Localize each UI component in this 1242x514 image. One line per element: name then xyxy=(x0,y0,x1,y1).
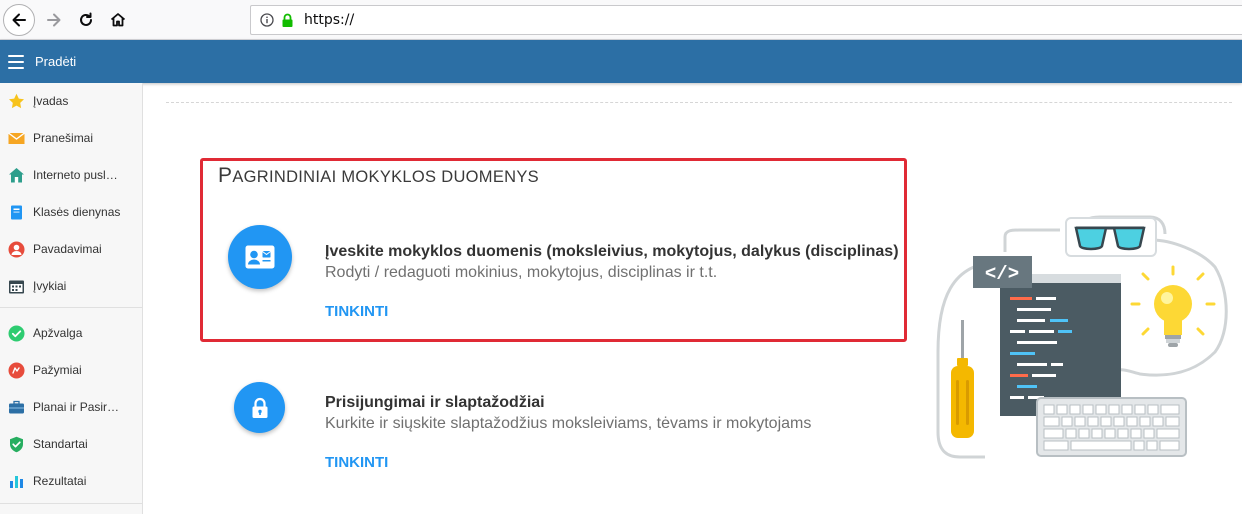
sidebar-item-pranesimai[interactable]: Pranešimai xyxy=(0,120,142,156)
sidebar-item-label: Klasės dienynas xyxy=(33,205,121,219)
url-text: https:// xyxy=(304,12,355,28)
person-icon xyxy=(8,241,25,258)
reload-button[interactable] xyxy=(70,4,102,36)
sidebar-item-label: Pranešimai xyxy=(33,131,94,145)
sidebar-item-pavadavimai[interactable]: Pavadavimai xyxy=(0,231,142,267)
app-title: Pradėti xyxy=(35,54,77,69)
sidebar-item-label: Apžvalga xyxy=(33,326,83,340)
sidebar-item-label: Pažymiai xyxy=(33,363,82,377)
briefcase-icon xyxy=(9,400,24,414)
home-icon xyxy=(110,13,126,27)
sidebar-item-klases-dienynas[interactable]: Klasės dienynas xyxy=(0,194,142,230)
card-heading: Prisijungimai ir slaptažodžiai xyxy=(325,394,545,411)
home-button[interactable] xyxy=(102,4,134,36)
check-circle-icon xyxy=(8,325,25,342)
shield-check-icon xyxy=(10,436,23,453)
hamburger-menu-icon[interactable] xyxy=(8,54,24,69)
developer-illustration: </> xyxy=(936,215,1228,459)
sidebar-item-label: Įvykiai xyxy=(33,279,67,293)
house-icon xyxy=(9,168,24,183)
sidebar-item-label: Įvadas xyxy=(33,94,69,108)
bar-chart-icon xyxy=(10,476,23,488)
sidebar-item-label: Planai ir Pasir… xyxy=(33,400,120,414)
address-bar[interactable]: https:// xyxy=(250,5,1242,35)
info-icon[interactable] xyxy=(260,13,274,27)
sidebar-item-rezultatai[interactable]: Rezultatai xyxy=(0,463,142,499)
light-bulb-icon xyxy=(1130,265,1216,347)
sidebar-item-interneto-puslapis[interactable]: Interneto pusl… xyxy=(0,157,142,193)
card-subtitle: Rodyti / redaguoti mokinius, mokytojus, … xyxy=(325,264,718,281)
calendar-icon xyxy=(9,280,24,294)
star-icon xyxy=(9,93,24,109)
arrow-left-icon xyxy=(12,13,26,27)
sidebar-item-label: Standartai xyxy=(33,437,88,451)
section-title: PAGRINDINIAI MOKYKLOS DUOMENYS xyxy=(218,164,539,187)
customize-school-data-button[interactable]: TINKINTI xyxy=(325,303,388,320)
sidebar-item-apzvalga[interactable]: Apžvalga xyxy=(0,315,142,351)
reload-icon xyxy=(80,12,92,26)
id-card-icon xyxy=(245,245,275,269)
dashed-divider xyxy=(166,102,1232,103)
sidebar-item-pazymiai[interactable]: Pažymiai xyxy=(0,352,142,388)
code-tag-label: </> xyxy=(985,263,1019,285)
browser-toolbar: https:// xyxy=(0,0,1242,40)
grade-icon xyxy=(8,362,25,379)
code-screen-icon: </> xyxy=(973,256,1121,416)
lock-icon xyxy=(252,397,267,418)
customize-logins-button[interactable]: TINKINTI xyxy=(325,454,388,471)
glasses-icon xyxy=(1065,217,1157,257)
forward-button[interactable] xyxy=(38,4,70,36)
sidebar-divider xyxy=(0,503,142,504)
sidebar-item-label: Pavadavimai xyxy=(33,242,102,256)
book-icon xyxy=(11,205,22,220)
card-heading: Įveskite mokyklos duomenis (moksleivius,… xyxy=(325,243,899,260)
screwdriver-icon xyxy=(951,320,974,438)
sidebar-item-planai[interactable]: Planai ir Pasir… xyxy=(0,389,142,425)
back-button[interactable] xyxy=(3,4,35,36)
sidebar-item-label: Interneto pusl… xyxy=(33,168,118,182)
card-subtitle: Kurkite ir siųskite slaptažodžius moksle… xyxy=(325,415,812,432)
logins-icon-button[interactable] xyxy=(234,382,285,433)
sidebar-item-ivadas[interactable]: Įvadas xyxy=(0,83,142,119)
keyboard-icon xyxy=(1036,397,1187,457)
sidebar-item-standartai[interactable]: Standartai xyxy=(0,426,142,462)
sidebar-divider xyxy=(0,307,142,308)
arrow-right-icon xyxy=(47,13,61,27)
school-data-icon-button[interactable] xyxy=(228,225,292,289)
envelope-icon xyxy=(8,132,25,144)
app-header: Pradėti xyxy=(0,40,1242,83)
sidebar: Įvadas Pranešimai Interneto pusl… Klasės… xyxy=(0,83,143,514)
sidebar-item-label: Rezultatai xyxy=(33,474,87,488)
lock-icon xyxy=(282,13,293,27)
sidebar-item-ivykiai[interactable]: Įvykiai xyxy=(0,268,142,304)
